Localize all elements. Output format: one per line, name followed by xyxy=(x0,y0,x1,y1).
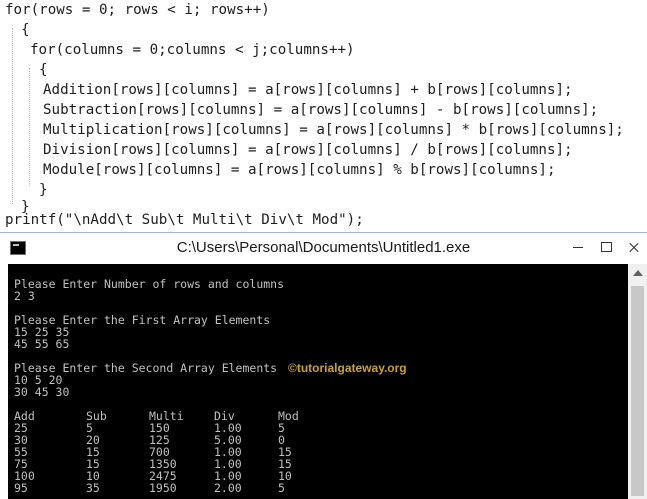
watermark: ©tutorialgateway.org xyxy=(288,361,407,375)
code-line-multiplication: Multiplication[rows][columns] = a[rows][… xyxy=(43,122,624,138)
close-icon[interactable] xyxy=(621,236,647,258)
second-array-row-2: 30 45 30 xyxy=(14,385,70,399)
cell-sub: 35 xyxy=(86,481,100,495)
code-line-addition: Addition[rows][columns] = a[rows][column… xyxy=(43,82,573,98)
prompt-rows-columns: Please Enter Number of rows and columns xyxy=(14,277,285,291)
input-rows-columns: 2 3 xyxy=(14,289,35,303)
code-editor[interactable]: for(rows = 0; rows < i; rows++) { for(co… xyxy=(0,0,647,232)
maximize-icon[interactable] xyxy=(593,236,619,258)
cell-div: 2.00 xyxy=(214,481,242,495)
vertical-scrollbar[interactable] xyxy=(628,264,647,499)
cell-mod: 5 xyxy=(278,481,285,495)
window-title: C:\Users\Personal\Documents\Untitled1.ex… xyxy=(176,239,471,256)
console-title-bar[interactable]: C:\Users\Personal\Documents\Untitled1.ex… xyxy=(0,233,647,264)
first-array-row-2: 45 55 65 xyxy=(14,337,70,351)
minimize-icon[interactable] xyxy=(565,236,591,258)
code-line-brace-open: { xyxy=(21,22,30,38)
code-line-division: Division[rows][columns] = a[rows][column… xyxy=(43,142,573,158)
code-line-inner-brace-open: { xyxy=(39,62,48,78)
code-line-module: Module[rows][columns] = a[rows][columns]… xyxy=(43,162,556,178)
code-line-printf: printf("\nAdd\t Sub\t Multi\t Div\t Mod"… xyxy=(5,212,364,228)
code-line-subtraction: Subtraction[rows][columns] = a[rows][col… xyxy=(43,102,599,118)
cell-add: 95 xyxy=(14,481,28,495)
console-output[interactable]: Please Enter Number of rows and columns … xyxy=(8,264,628,499)
console-window[interactable]: C:\Users\Personal\Documents\Untitled1.ex… xyxy=(0,232,647,499)
scroll-up-arrow-icon[interactable] xyxy=(633,270,643,276)
scroll-thumb[interactable] xyxy=(631,286,644,496)
code-line-for-columns: for(columns = 0;columns < j;columns++) xyxy=(30,42,355,58)
cell-multi: 1950 xyxy=(149,481,177,495)
code-line-for-rows: for(rows = 0; rows < i; rows++) xyxy=(5,2,270,18)
